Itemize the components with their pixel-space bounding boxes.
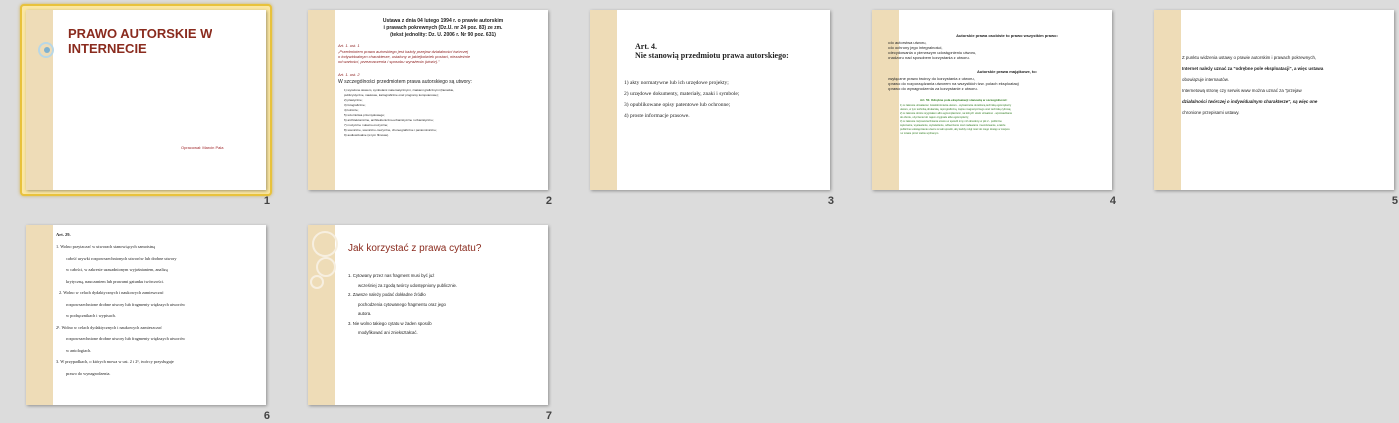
list-item: 1) akty normatywne lub ich urzędowe proj…	[624, 80, 729, 86]
text-line: Internetową stronę czy serwis www można …	[1182, 88, 1302, 93]
list-item: 2) urzędowe dokumenty, materiały, znaki …	[624, 91, 740, 97]
text-line: 2¹. Wolno w celach dydaktycznych i nauko…	[56, 324, 162, 330]
list-item: i w czasie przez siebie wybranym.	[900, 132, 940, 135]
author-credit: Opracował: Marcin Pala	[181, 145, 224, 150]
slide-number: 6	[263, 410, 270, 422]
text-line: 2. Wolno w celach dydaktycznych i naukow…	[59, 290, 164, 295]
text-line: Z punktu widzenia ustawy o prawie autors…	[1182, 55, 1317, 60]
text-line: prawo do wynagrodzenia.	[66, 370, 111, 376]
slide-canvas: Ustawa z dnia 04 lutego 1994 r. o prawie…	[308, 10, 548, 190]
text-line: rozpowszechnione drobne utwory lub fragm…	[66, 301, 186, 307]
text-line: Internet należy uznać za "odrębne pole e…	[1182, 66, 1324, 71]
slide-heading: Art. 4. Nie stanowią przedmiotu prawa au…	[635, 42, 789, 60]
heading-line: Ustawa z dnia 04 lutego 1994 r. o prawie…	[382, 18, 504, 24]
personal-rights-list: •do autorstwa utworu, •do ochrony jego i…	[888, 40, 976, 60]
slide-number: 4	[1109, 195, 1116, 207]
article-label: Art. 1. ust. 2	[338, 72, 360, 77]
slide-canvas: Autorskie prawa osobiste to prawo wszyst…	[872, 10, 1112, 190]
slide-side-bar	[872, 10, 899, 190]
slide-canvas: Art. 29. 1. Wolno przytaczać w utworach …	[26, 225, 266, 405]
property-rights-heading: Autorskie prawa majątkowe, to:	[976, 69, 1037, 74]
slide-number: 5	[1391, 195, 1398, 207]
slide-number: 3	[827, 195, 834, 207]
heading-line: (tekst jednolity: Dz. U. 2006 r. Nr 90 p…	[390, 32, 496, 38]
text-line: 3. W przypadkach, o których mowa w ust. …	[56, 359, 174, 364]
slide-title: PRAWO AUTORSKIE W INTERNECIE	[68, 26, 212, 56]
slide-canvas: Jak korzystać z prawa cytatu? 1. Cytowan…	[308, 225, 548, 405]
list-item: 4) proste informacje prasowe.	[624, 113, 690, 119]
slide-thumbnail-1[interactable]: PRAWO AUTORSKIE W INTERNECIE Opracował: …	[18, 3, 274, 211]
slide-side-bar	[26, 225, 53, 405]
article-label: Art. 29.	[56, 232, 71, 237]
slide-thumbnail-5[interactable]: Z punktu widzenia ustawy o prawie autors…	[1146, 3, 1399, 211]
list-item: wcześniej za zgodą twórcy udostępniony p…	[358, 282, 458, 288]
list-item: 1. Cytowany przez nas fragment musi być …	[348, 273, 435, 278]
list-item: pochodzenia cytowanego fragmentu oraz je…	[358, 301, 446, 307]
title-line: INTERNECIE	[68, 41, 147, 56]
slide-number: 7	[545, 410, 552, 422]
text-line: 1. Wolno przytaczać w utworach stanowiąc…	[56, 244, 155, 249]
list-item: 2. Zawsze należy podać dokładne źródło	[348, 292, 426, 297]
personal-rights-heading: Autorskie prawa osobiste to prawo wszyst…	[956, 33, 1058, 38]
text-line: chronione przepisami ustawy.	[1182, 110, 1240, 115]
exploitation-fields-list: 1) w zakresie utrwalania i zwielokrotnia…	[900, 104, 1105, 136]
text-line: rozpowszechnione drobne utwory lub fragm…	[66, 336, 186, 341]
text-line: w antologiach.	[66, 347, 92, 353]
quotation-rules-list: 1. Cytowany przez nas fragment musi być …	[348, 271, 543, 338]
heading-line: i prawach pokrewnych (Dz.U. nr 24 poz. 8…	[383, 25, 503, 31]
list-item: modyfikować ani zniekształcać.	[358, 330, 418, 335]
slide-number: 1	[263, 195, 270, 207]
text-line: obowiązuje internautów.	[1182, 77, 1229, 82]
property-rights-list: •wyłączne prawo twórcy do korzystania z …	[888, 76, 1019, 91]
decorative-circle	[312, 231, 338, 257]
list-item: 9) audiowizualne (w tym filmowe).	[344, 133, 390, 137]
list-item: 3. Nie wolno takiego cytatu w żaden spos…	[348, 320, 432, 326]
article-intro: W szczególności przedmiotem prawa autors…	[338, 79, 472, 85]
list-item: 3) opublikowane opisy patentowe lub ochr…	[624, 102, 731, 108]
slide-thumbnail-4[interactable]: Autorskie prawa osobiste to prawo wszyst…	[864, 3, 1120, 211]
slide-number: 2	[545, 195, 552, 207]
slide-title: Jak korzystać z prawa cytatu?	[348, 243, 482, 254]
title-line: PRAWO AUTORSKIE W	[68, 26, 213, 41]
slide-canvas: Art. 4. Nie stanowią przedmiotu prawa au…	[590, 10, 830, 190]
works-list: 1) wyrażone słowem, symbolami matematycz…	[344, 88, 544, 138]
slide-canvas: PRAWO AUTORSKIE W INTERNECIE Opracował: …	[26, 10, 266, 190]
slide-thumbnail-6[interactable]: Art. 29. 1. Wolno przytaczać w utworach …	[18, 218, 274, 423]
slide-thumbnail-2[interactable]: Ustawa z dnia 04 lutego 1994 r. o prawie…	[300, 3, 556, 211]
article-line: od wartości, przeznaczenia i sposobu wyr…	[338, 59, 440, 64]
slide-thumbnail-3[interactable]: Art. 4. Nie stanowią przedmiotu prawa au…	[582, 3, 838, 211]
article-text: „Przedmiotem prawa autorskiego jest każd…	[338, 49, 546, 64]
slide-side-bar	[590, 10, 617, 190]
decorative-dot	[44, 47, 50, 53]
article-label: Art. 4.	[635, 42, 657, 51]
list-item: •nadzoru nad sposobem korzystania z utwo…	[888, 55, 970, 60]
text-line: działalności twórczej o indywidualnym ch…	[1182, 99, 1318, 104]
text-line: krytyczną, nauczaniem lub prawami gatunk…	[66, 278, 164, 284]
article-text: 1. Wolno przytaczać w utworach stanowiąc…	[56, 241, 261, 379]
list-item: •prawo do wynagrodzenia za korzystanie z…	[888, 86, 978, 91]
slide-heading: Ustawa z dnia 04 lutego 1994 r. o prawie…	[338, 18, 548, 39]
slide-side-bar	[1154, 10, 1181, 190]
decorative-circle	[310, 275, 324, 289]
internet-law-text: Z punktu widzenia ustawy o prawie autors…	[1182, 52, 1392, 118]
decorative-circle	[316, 257, 336, 277]
article-label: Art. 50. Odrębne pola eksploatacji stano…	[920, 98, 1008, 102]
heading-line: Nie stanowią przedmiotu prawa autorskieg…	[635, 51, 789, 60]
slide-side-bar	[308, 10, 335, 190]
text-line: w podręcznikach i wypisach.	[66, 313, 116, 318]
slide-sorter-view: { "slides": [ { "number": "1", "title_li…	[0, 0, 1399, 423]
exclusions-list: 1) akty normatywne lub ich urzędowe proj…	[624, 78, 739, 122]
slide-thumbnail-7[interactable]: Jak korzystać z prawa cytatu? 1. Cytowan…	[300, 218, 556, 423]
slide-side-bar	[26, 10, 53, 190]
text-line: w całości, w zakresie uzasadnionym wyjaś…	[66, 267, 168, 272]
slide-canvas: Z punktu widzenia ustawy o prawie autors…	[1154, 10, 1394, 190]
text-line: całość urywki rozpowszechnionych utworów…	[66, 255, 177, 261]
list-item: autora.	[358, 311, 372, 316]
